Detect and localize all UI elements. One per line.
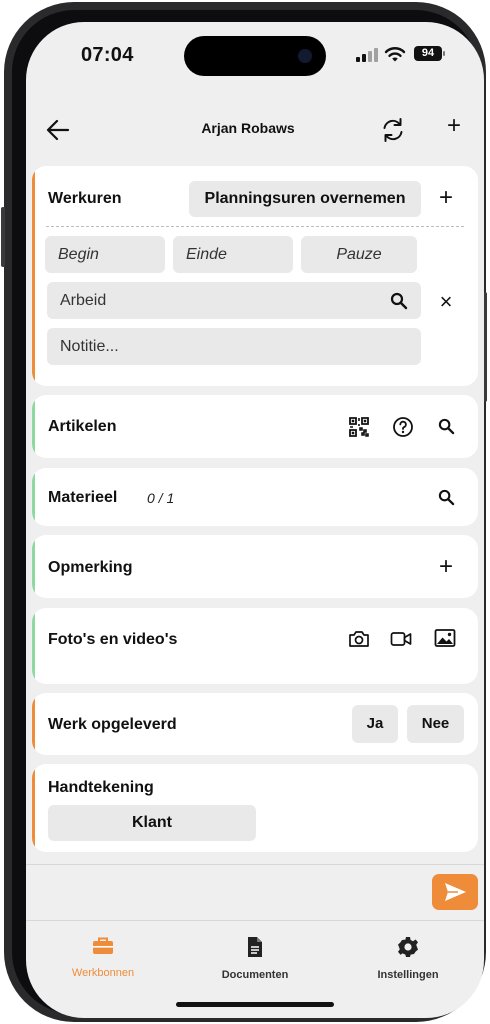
qr-code-icon[interactable]: [348, 416, 370, 438]
search-icon[interactable]: [438, 418, 455, 435]
materieel-title: Materieel: [48, 489, 118, 506]
work-order-content: Werkuren Planningsuren overnemen + Begin…: [26, 166, 484, 866]
pause-field[interactable]: Pauze: [301, 236, 417, 273]
klant-signature-button[interactable]: Klant: [48, 805, 256, 841]
begin-time-field[interactable]: Begin: [45, 236, 165, 273]
dashed-divider: [46, 226, 464, 227]
artikelen-title: Artikelen: [48, 418, 117, 435]
divider: [26, 864, 484, 865]
fotos-videos-card: Foto's en video's: [32, 608, 478, 684]
back-arrow-icon[interactable]: [44, 116, 72, 144]
camera-icon[interactable]: [348, 629, 370, 649]
home-indicator: [176, 1002, 334, 1007]
tab-label: Documenten: [221, 969, 289, 981]
search-icon[interactable]: [438, 489, 455, 506]
tab-label: Werkbonnen: [71, 967, 135, 979]
screen: 07:04 94 Arjan Robaws + Werkuren Plannin…: [26, 22, 484, 1018]
top-navigation: Arjan Robaws +: [26, 108, 484, 152]
materieel-card: Materieel 0 / 1: [32, 468, 478, 526]
fotos-videos-title: Foto's en video's: [48, 631, 178, 648]
camera-icon: [298, 49, 312, 63]
send-button[interactable]: [432, 874, 478, 910]
tab-documenten[interactable]: Documenten: [185, 936, 325, 981]
toolbox-icon: [93, 937, 113, 954]
side-button: [1, 207, 5, 267]
document-icon: [248, 937, 262, 957]
add-remark-icon[interactable]: +: [436, 555, 456, 579]
status-time: 07:04: [81, 44, 134, 66]
add-hours-icon[interactable]: +: [436, 186, 456, 210]
page-title: Arjan Robaws: [201, 120, 295, 136]
yes-button[interactable]: Ja: [352, 705, 398, 743]
end-time-field[interactable]: Einde: [173, 236, 293, 273]
opmerking-card: Opmerking +: [32, 535, 478, 598]
artikelen-card: Artikelen: [32, 395, 478, 458]
add-icon[interactable]: +: [440, 114, 468, 144]
werkuren-title: Werkuren: [48, 190, 122, 207]
tab-bar-divider: [26, 920, 484, 921]
wifi-icon: [384, 47, 406, 62]
opmerking-title: Opmerking: [48, 559, 133, 576]
phone-frame: 07:04 94 Arjan Robaws + Werkuren Plannin…: [1, 2, 487, 1022]
werk-opgeleverd-title: Werk opgeleverd: [48, 716, 177, 733]
dynamic-island: [184, 36, 326, 76]
gallery-icon[interactable]: [434, 628, 456, 648]
clear-activity-icon[interactable]: ×: [434, 290, 458, 314]
note-field[interactable]: Notitie...: [47, 328, 421, 365]
battery-tip: [443, 51, 445, 56]
phone-bezel: 07:04 94 Arjan Robaws + Werkuren Plannin…: [12, 10, 484, 1018]
tab-instellingen[interactable]: Instellingen: [338, 936, 478, 981]
help-icon[interactable]: [391, 415, 415, 439]
handtekening-title: Handtekening: [48, 779, 154, 796]
search-icon[interactable]: [390, 292, 408, 310]
signal-icon: [356, 48, 378, 62]
handtekening-card: Handtekening Klant: [32, 764, 478, 852]
tab-werkbonnen[interactable]: Werkbonnen: [33, 936, 173, 979]
planningsuren-overnemen-button[interactable]: Planningsuren overnemen: [189, 181, 421, 217]
werkuren-card: Werkuren Planningsuren overnemen + Begin…: [32, 166, 478, 386]
status-bar: 07:04 94: [26, 22, 484, 92]
tab-label: Instellingen: [377, 969, 439, 981]
video-icon[interactable]: [390, 630, 412, 648]
gear-icon: [398, 937, 418, 957]
battery-indicator: 94: [414, 46, 442, 61]
refresh-icon[interactable]: [378, 115, 408, 145]
no-button[interactable]: Nee: [407, 705, 464, 743]
materieel-count: 0 / 1: [147, 490, 175, 506]
activity-field[interactable]: Arbeid: [47, 282, 421, 319]
werk-opgeleverd-card: Werk opgeleverd Ja Nee: [32, 693, 478, 755]
